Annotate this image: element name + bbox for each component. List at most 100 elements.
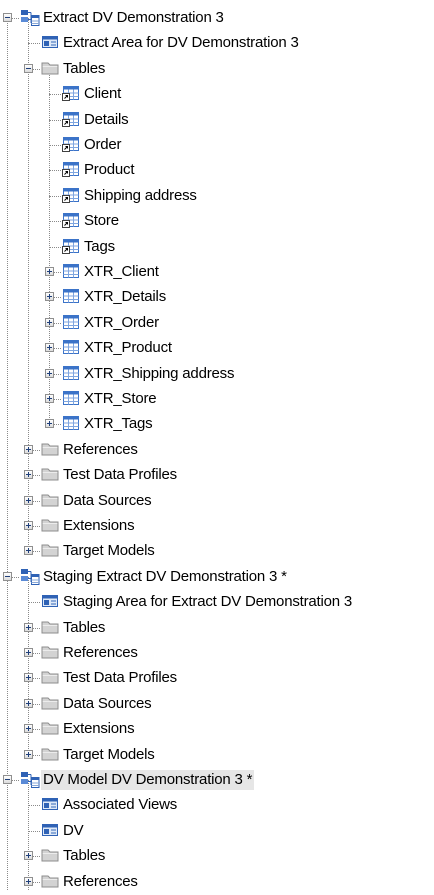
expand-toggle-icon[interactable] bbox=[24, 851, 33, 861]
expand-toggle-icon[interactable] bbox=[24, 673, 33, 683]
folder-icon bbox=[41, 441, 59, 459]
tree-node-label: Staging Extract DV Demonstration 3 * bbox=[43, 567, 287, 585]
tree-node-target-models[interactable]: Target Models bbox=[0, 743, 434, 768]
expand-toggle-icon[interactable] bbox=[45, 419, 54, 429]
expand-toggle-icon[interactable] bbox=[45, 368, 54, 378]
area-icon bbox=[41, 796, 59, 814]
tree-connector-branch bbox=[28, 43, 40, 45]
tree-node-data-sources[interactable]: Data Sources bbox=[0, 489, 434, 514]
expand-toggle-icon[interactable] bbox=[45, 317, 54, 327]
model-icon bbox=[20, 9, 40, 27]
view-table-icon bbox=[62, 212, 80, 230]
table-icon bbox=[62, 314, 80, 332]
folder-icon bbox=[41, 644, 59, 662]
expand-toggle-icon[interactable] bbox=[24, 495, 33, 505]
collapse-toggle-icon[interactable] bbox=[3, 775, 12, 784]
tree-node-label: Associated Views bbox=[63, 796, 178, 814]
area-icon bbox=[41, 34, 59, 52]
tree-node-label: Details bbox=[84, 110, 129, 128]
folder-icon bbox=[41, 695, 59, 713]
tree-node-tags[interactable]: Tags bbox=[0, 235, 434, 260]
expand-toggle-icon[interactable] bbox=[24, 622, 33, 632]
view-table-icon bbox=[62, 111, 80, 129]
tree-node-label: Client bbox=[84, 85, 122, 103]
tree-node-extensions[interactable]: Extensions bbox=[0, 717, 434, 742]
tree-node-test-data-profiles[interactable]: Test Data Profiles bbox=[0, 666, 434, 691]
collapse-toggle-icon[interactable] bbox=[3, 13, 12, 22]
tree-node-tables[interactable]: Tables bbox=[0, 844, 434, 869]
table-icon bbox=[62, 339, 80, 357]
tree-node-label: DV bbox=[63, 821, 84, 839]
tree-node-xtr-client[interactable]: XTR_Client bbox=[0, 260, 434, 285]
tree-node-product[interactable]: Product bbox=[0, 158, 434, 183]
tree-node-target-models[interactable]: Target Models bbox=[0, 539, 434, 564]
tree-node-order[interactable]: Order bbox=[0, 133, 434, 158]
tree-node-details[interactable]: Details bbox=[0, 108, 434, 133]
tree-node-staging-extract-dv-demonstration-3[interactable]: Staging Extract DV Demonstration 3 * bbox=[0, 565, 434, 590]
collapse-toggle-icon[interactable] bbox=[24, 63, 33, 73]
tree-connector-branch bbox=[49, 145, 61, 146]
expand-toggle-icon[interactable] bbox=[24, 876, 33, 886]
tree-node-references[interactable]: References bbox=[0, 438, 434, 463]
tree-node-label: Shipping address bbox=[84, 186, 197, 204]
tree-node-staging-area-for-extract-dv-demonstration-3[interactable]: Staging Area for Extract DV Demonstratio… bbox=[0, 590, 434, 615]
expand-toggle-icon[interactable] bbox=[24, 470, 33, 480]
expand-toggle-icon[interactable] bbox=[24, 546, 33, 556]
tree-node-client[interactable]: Client bbox=[0, 82, 434, 107]
tree-node-xtr-order[interactable]: XTR_Order bbox=[0, 311, 434, 336]
project-tree: Extract DV Demonstration 3 Extract Area f… bbox=[0, 0, 434, 890]
tree-node-references[interactable]: References bbox=[0, 870, 434, 895]
tree-connector-branch bbox=[49, 195, 61, 197]
tree-node-label: Tables bbox=[63, 618, 106, 636]
tree-node-associated-views[interactable]: Associated Views bbox=[0, 793, 434, 818]
tree-node-shipping-address[interactable]: Shipping address bbox=[0, 184, 434, 209]
tree-node-dv[interactable]: DV bbox=[0, 819, 434, 844]
table-icon bbox=[62, 288, 80, 306]
expand-toggle-icon[interactable] bbox=[45, 292, 54, 302]
tree-node-label: References bbox=[63, 440, 138, 458]
tree-node-references[interactable]: References bbox=[0, 641, 434, 666]
expand-toggle-icon[interactable] bbox=[24, 749, 33, 759]
expand-toggle-icon[interactable] bbox=[45, 343, 54, 353]
view-table-icon bbox=[62, 85, 80, 103]
tree-node-extract-area-for-dv-demonstration-3[interactable]: Extract Area for DV Demonstration 3 bbox=[0, 31, 434, 56]
tree-node-label: XTR_Details bbox=[84, 288, 166, 306]
tree-node-xtr-details[interactable]: XTR_Details bbox=[0, 285, 434, 310]
expand-toggle-icon[interactable] bbox=[24, 521, 33, 530]
tree-node-xtr-tags[interactable]: XTR_Tags bbox=[0, 412, 434, 437]
tree-node-xtr-shipping-address[interactable]: XTR_Shipping address bbox=[0, 362, 434, 387]
folder-icon bbox=[41, 746, 59, 764]
tree-node-xtr-product[interactable]: XTR_Product bbox=[0, 336, 434, 361]
expand-toggle-icon[interactable] bbox=[45, 267, 54, 276]
collapse-toggle-icon[interactable] bbox=[3, 571, 12, 581]
expand-toggle-icon[interactable] bbox=[24, 444, 33, 454]
tree-node-test-data-profiles[interactable]: Test Data Profiles bbox=[0, 463, 434, 488]
tree-node-store[interactable]: Store bbox=[0, 209, 434, 234]
tree-node-label: XTR_Shipping address bbox=[84, 364, 235, 382]
tree-node-label: Test Data Profiles bbox=[63, 466, 177, 484]
tree-node-data-sources[interactable]: Data Sources bbox=[0, 692, 434, 717]
expand-toggle-icon[interactable] bbox=[24, 648, 33, 657]
folder-icon bbox=[41, 492, 59, 510]
tree-node-label: XTR_Order bbox=[84, 313, 159, 331]
folder-icon bbox=[41, 517, 59, 535]
tree-node-xtr-store[interactable]: XTR_Store bbox=[0, 387, 434, 412]
area-icon bbox=[41, 593, 59, 611]
view-table-icon bbox=[62, 136, 80, 154]
tree-node-label: Extract Area for DV Demonstration 3 bbox=[63, 34, 299, 52]
expand-toggle-icon[interactable] bbox=[24, 724, 33, 734]
tree-node-label: Data Sources bbox=[63, 694, 152, 712]
tree-connector-branch bbox=[49, 221, 61, 223]
tree-node-tables[interactable]: Tables bbox=[0, 57, 434, 82]
tree-node-label: Target Models bbox=[63, 542, 155, 560]
tree-node-extract-dv-demonstration-3[interactable]: Extract DV Demonstration 3 bbox=[0, 6, 434, 31]
tree-node-label: Extensions bbox=[63, 720, 135, 738]
tree-node-label: Target Models bbox=[63, 745, 155, 763]
tree-node-label: XTR_Tags bbox=[84, 415, 153, 433]
expand-toggle-icon[interactable] bbox=[24, 698, 33, 708]
tree-node-tables[interactable]: Tables bbox=[0, 616, 434, 641]
tree-node-dv-model-dv-demonstration-3[interactable]: DV Model DV Demonstration 3 * bbox=[0, 768, 434, 793]
tree-node-extensions[interactable]: Extensions bbox=[0, 514, 434, 539]
expand-toggle-icon[interactable] bbox=[45, 394, 54, 403]
view-table-icon bbox=[62, 238, 80, 256]
